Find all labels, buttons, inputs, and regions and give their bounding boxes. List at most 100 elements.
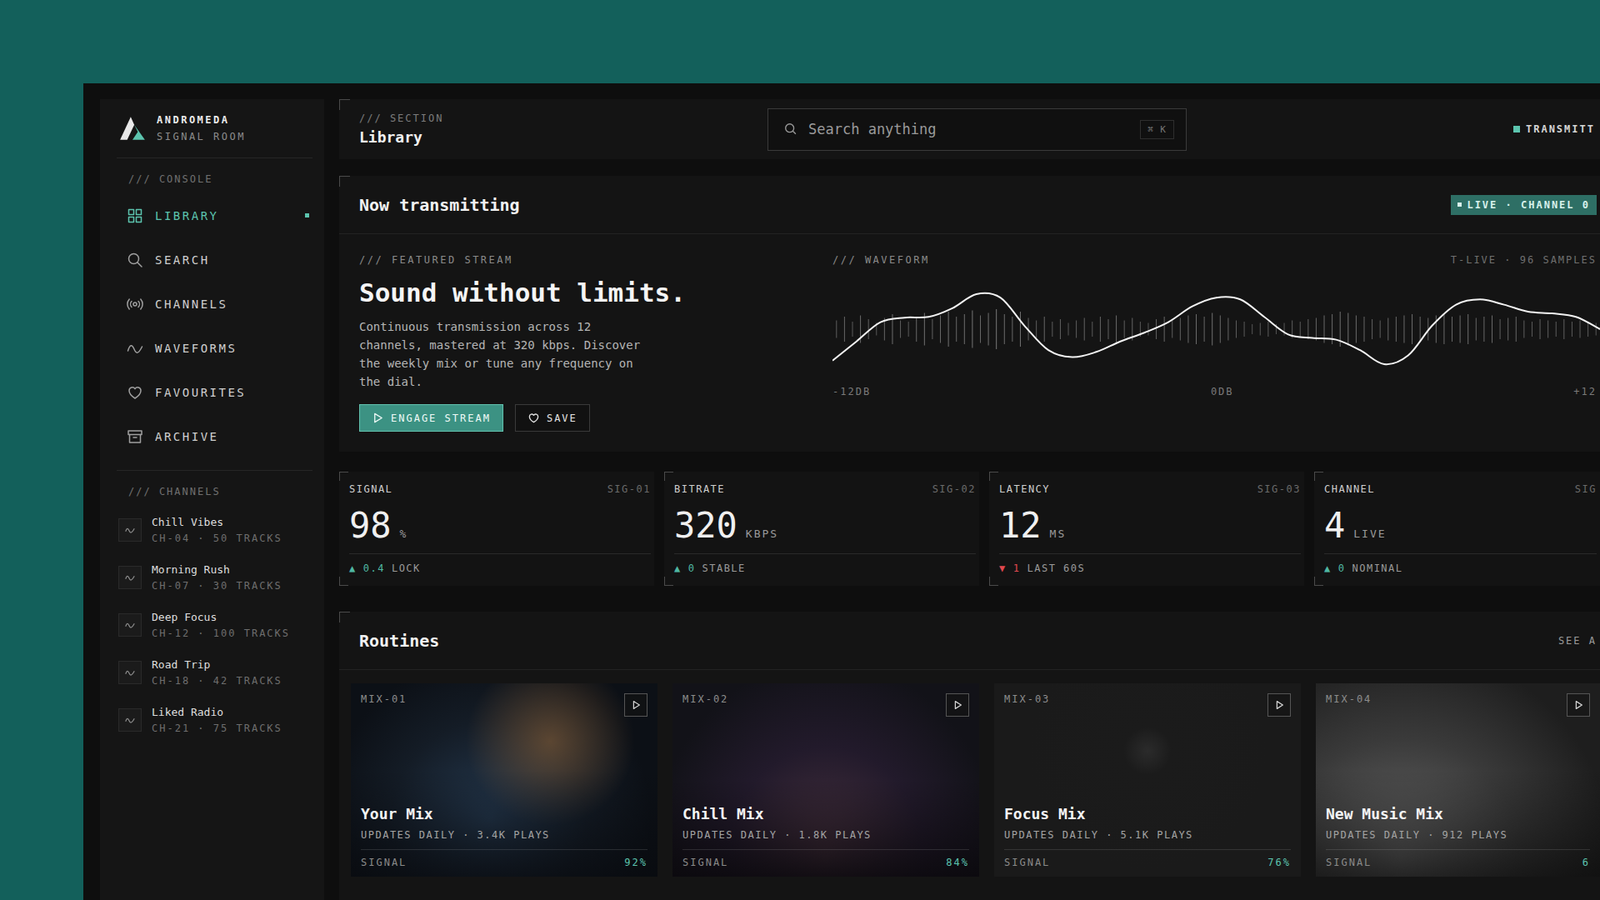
sidebar-item[interactable]: SEARCH — [108, 237, 313, 282]
waveform-bar — [995, 309, 997, 350]
mix-card[interactable]: MIX-02Chill MixUPDATES DAILY · 1.8K PLAY… — [672, 683, 980, 877]
channel-name: Deep Focus — [151, 610, 290, 624]
brand-subtitle: SIGNAL ROOM — [156, 130, 246, 143]
channel-item[interactable]: Deep FocusCH-12 · 100 TRACKS — [108, 600, 313, 649]
waveform-bar — [1004, 314, 1005, 345]
waveform-bar — [1300, 321, 1301, 337]
channel-thumb — [118, 708, 142, 732]
play-button[interactable] — [1566, 693, 1590, 717]
stat-card: LATENCYSIG-0312MS▼1LAST 60S — [989, 471, 1305, 586]
mix-card[interactable]: MIX-04New Music MixUPDATES DAILY · 912 P… — [1315, 683, 1600, 877]
channel-item[interactable]: Chill VibesCH-04 · 50 TRACKS — [108, 505, 313, 554]
engage-stream-button[interactable]: ENGAGE STREAM — [359, 404, 504, 432]
waveform-bar — [1563, 319, 1565, 340]
status-text: TRANSMITT — [1525, 123, 1595, 135]
waveform-bar — [1060, 319, 1061, 340]
play-button[interactable] — [945, 693, 970, 717]
featured-stream: /// FEATURED STREAMSound without limits.… — [359, 254, 801, 432]
waveform-bar — [1523, 320, 1525, 339]
waveform-bar — [844, 316, 845, 342]
play-button[interactable] — [624, 693, 648, 717]
wave-icon — [124, 714, 136, 726]
play-button[interactable] — [1267, 693, 1291, 717]
waveform-bar — [1483, 316, 1485, 342]
button-label: SAVE — [546, 412, 578, 425]
sidebar-item-label: LIBRARY — [155, 209, 294, 223]
heart-icon — [126, 384, 144, 401]
waveform-bar — [1587, 321, 1589, 337]
stat-divider — [349, 553, 651, 555]
sidebar-item[interactable]: FAVOURITES — [108, 370, 313, 415]
waveform-bar — [1091, 321, 1093, 337]
now-transmitting-panel: Now transmittingLIVE · CHANNEL 0 /// FEAT… — [339, 175, 1600, 452]
waveform-bar — [931, 319, 933, 340]
sidebar-item-label: WAVEFORMS — [155, 341, 310, 355]
status-dot — [1513, 125, 1520, 133]
waveform-bar — [1387, 318, 1389, 341]
waveform-bar — [1540, 319, 1541, 340]
card-divider — [1004, 849, 1291, 850]
channel-name: Morning Rush — [151, 563, 283, 576]
sidebar-item-label: FAVOURITES — [155, 385, 310, 400]
mix-code: MIX-02 — [682, 693, 729, 705]
channel-item[interactable]: Morning RushCH-07 · 30 TRACKS — [108, 553, 313, 601]
channel-item[interactable]: Road TripCH-18 · 42 TRACKS — [108, 648, 313, 696]
mix-code: MIX-04 — [1325, 693, 1372, 705]
button-label: ENGAGE STREAM — [390, 412, 491, 425]
waveform-bar — [1411, 314, 1413, 345]
search-field[interactable]: Search anything⌘ K — [767, 108, 1187, 151]
signal-value: 6 — [1582, 856, 1590, 869]
channel-name: Road Trip — [151, 658, 283, 671]
channel-item[interactable]: Liked Radio CH-21 · 75 TRACKS — [108, 695, 313, 744]
waveform-bar — [1235, 320, 1237, 339]
stat-value: 4 — [1324, 505, 1345, 547]
wave-icon — [124, 666, 136, 679]
mix-card[interactable]: MIX-03Focus MixUPDATES DAILY · 5.1K PLAY… — [994, 683, 1301, 877]
waveform-bar — [1100, 316, 1101, 342]
sidebar-item-label: ARCHIVE — [155, 430, 310, 444]
signal-label: SIGNAL — [1004, 856, 1050, 869]
search-icon — [126, 251, 144, 269]
channel-list: Chill VibesCH-04 · 50 TRACKSMorning Rush… — [108, 505, 313, 744]
stat-label: SIGNAL — [349, 483, 393, 495]
channel-meta: CH-21 · 75 TRACKS — [151, 722, 283, 735]
waveform-bar — [1260, 323, 1261, 336]
channel-name: Liked Radio — [151, 705, 283, 719]
stat-code: SIG-03 — [1257, 483, 1301, 495]
brand[interactable]: ANDROMEDASIGNAL ROOM — [108, 99, 313, 158]
sidebar-item[interactable]: ARCHIVE — [108, 414, 313, 459]
mix-title: Focus Mix — [1004, 805, 1291, 823]
stat-card: BITRATESIG-02320KBPS▲0STABLE — [664, 471, 980, 586]
mix-card[interactable]: MIX-01Your MixUPDATES DAILY · 3.4K PLAYS… — [350, 683, 658, 877]
panel-header: Now transmittingLIVE · CHANNEL 0 — [339, 175, 1600, 235]
axis-label: -12DB — [832, 385, 871, 398]
sidebar-item[interactable]: LIBRARY — [108, 193, 313, 238]
sidebar-item[interactable]: CHANNELS — [108, 281, 313, 326]
featured-kicker: /// FEATURED STREAM — [359, 254, 801, 266]
mix-meta: UPDATES DAILY · 3.4K PLAYS — [360, 829, 648, 841]
routines-panel: RoutinesSEE AMIX-01Your MixUPDATES DAILY… — [339, 611, 1600, 900]
featured-description: Continuous transmission across 12 channe… — [359, 317, 653, 391]
search-icon — [783, 121, 799, 137]
waveform-bar — [1155, 319, 1157, 340]
section-label: /// SECTION — [359, 112, 768, 125]
app-window: ANDROMEDASIGNAL ROOM/// CONSOLELIBRARYSE… — [83, 83, 1600, 900]
grid-icon — [126, 207, 144, 225]
stat-divider — [674, 553, 976, 555]
waveform-bar — [1571, 321, 1573, 337]
waveform-bar — [1195, 314, 1197, 345]
save-button[interactable]: SAVE — [515, 404, 590, 432]
waveform-chart — [832, 279, 1600, 380]
see-all-link[interactable]: SEE A — [1558, 635, 1597, 647]
sidebar-item[interactable]: WAVEFORMS — [108, 325, 313, 370]
stat-card: CHANNELSIG4LIVE▲0NOMINAL — [1314, 471, 1600, 586]
waveform-bar — [900, 320, 901, 339]
waveform-bar — [988, 313, 990, 346]
waveform-bar — [1475, 318, 1477, 341]
stat-divider — [1324, 553, 1597, 555]
waveform-bar — [1491, 315, 1493, 344]
waveform-label: /// WAVEFORM — [832, 254, 930, 266]
waveform-bar — [1547, 320, 1549, 339]
waveform-bar — [868, 319, 870, 340]
waveform-bar — [1420, 316, 1421, 342]
